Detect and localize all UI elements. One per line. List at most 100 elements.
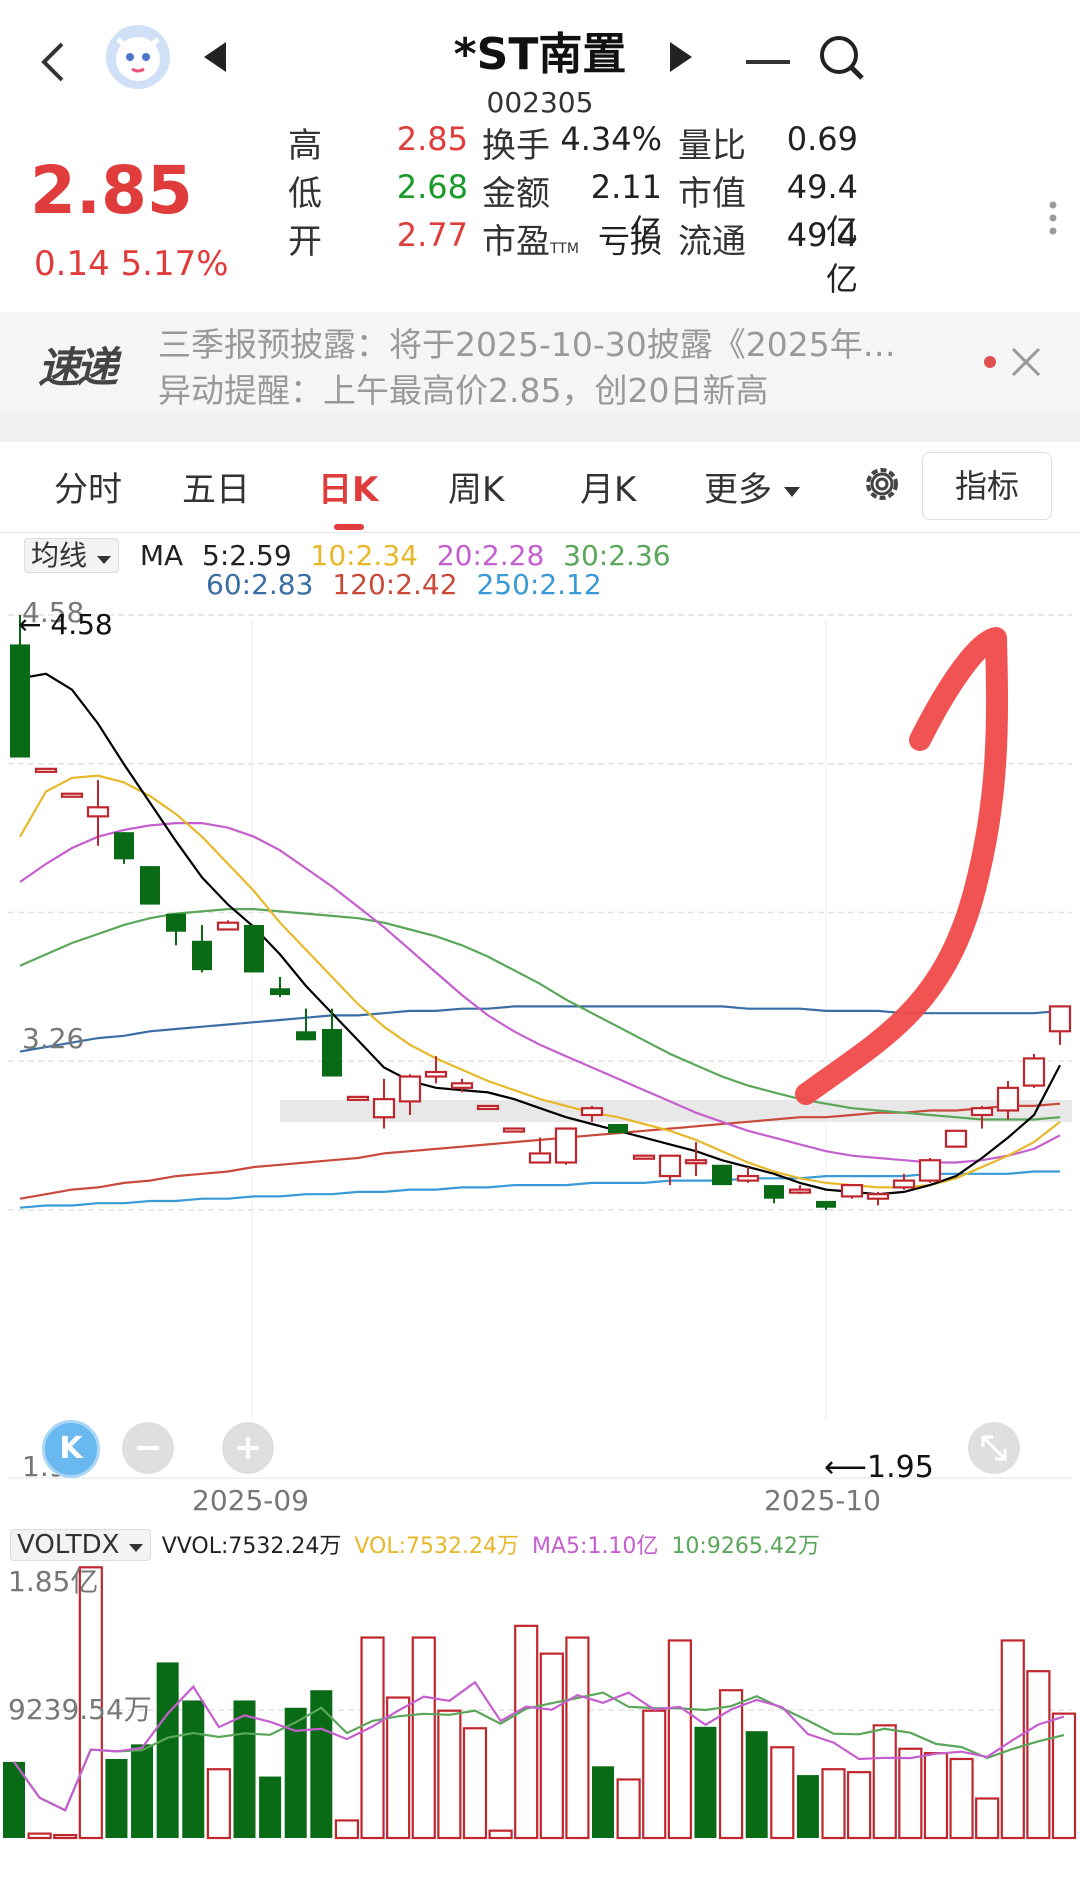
- candle-body-down: [296, 1031, 316, 1041]
- search-button[interactable]: [818, 34, 866, 82]
- volume-bar-down: [259, 1776, 282, 1838]
- news-ticker[interactable]: 速递 三季报预披露：将于2025-10-30披露《2025年… 异动提醒：上午最…: [0, 312, 1080, 412]
- volume-bar-up: [437, 1709, 462, 1840]
- label-amount: 金额: [482, 174, 550, 214]
- close-news-button[interactable]: [1010, 346, 1042, 378]
- tab-five-day[interactable]: 五日: [182, 462, 250, 511]
- volume-bar-down: [233, 1700, 256, 1838]
- candle-body-up: [398, 1075, 422, 1103]
- candle-body-down: [140, 866, 160, 905]
- ma-selector-label: 均线: [31, 539, 88, 572]
- candle-body-down: [114, 832, 134, 860]
- more-dots-icon[interactable]: [1048, 200, 1058, 236]
- label-float-cap: 流通: [678, 222, 746, 262]
- candle-body-down: [10, 644, 30, 758]
- candle-body-down: [764, 1185, 784, 1199]
- volume-bar-up: [821, 1768, 846, 1840]
- caret-down-icon: [783, 486, 800, 497]
- ma10-line: [19, 774, 1061, 1189]
- candle-body-down: [816, 1200, 836, 1208]
- volume-bar-up: [847, 1771, 872, 1840]
- tab-monthly-k[interactable]: 月K: [580, 462, 636, 511]
- change-percent: 5.17%: [120, 244, 229, 284]
- news-line-2[interactable]: 异动提醒：上午最高价2.85，创20日新高: [158, 364, 988, 412]
- volume-bar-down: [592, 1766, 615, 1838]
- volume-bar-down: [182, 1700, 205, 1838]
- gear-icon: [866, 468, 898, 500]
- candle-body-up: [892, 1179, 916, 1189]
- volume-bar-up: [539, 1652, 564, 1840]
- candle-body-up: [684, 1159, 708, 1165]
- low-annotation-value: 1.95: [867, 1450, 934, 1485]
- volume-bar-up: [898, 1747, 923, 1840]
- candle-body-up: [944, 1129, 968, 1148]
- candle-body-up: [502, 1127, 526, 1133]
- high-annotation: ← 4.58: [18, 608, 113, 641]
- plus-icon: [237, 1437, 259, 1459]
- volume-bar-down: [745, 1731, 768, 1838]
- ma-selector[interactable]: 均线: [24, 538, 119, 573]
- close-icon: [1011, 347, 1041, 377]
- label-pe: 市盈TTM: [482, 214, 579, 263]
- chart-settings-button[interactable]: [858, 460, 906, 508]
- volume-bar-up: [1026, 1670, 1051, 1840]
- label-turnover: 换手: [482, 126, 550, 166]
- value-pe: 亏损: [597, 222, 662, 260]
- zoom-in-button[interactable]: [222, 1422, 274, 1474]
- volume-bar-up: [565, 1636, 590, 1840]
- minus-icon: [137, 1446, 159, 1450]
- next-stock-button[interactable]: [666, 40, 696, 74]
- indicator-button[interactable]: 指标: [922, 452, 1052, 520]
- volume-bar-up: [616, 1778, 641, 1840]
- k-logo-button[interactable]: K: [42, 1420, 100, 1478]
- candle-body-up: [736, 1174, 760, 1182]
- tab-more-label: 更多: [704, 470, 772, 510]
- candle-body-up: [580, 1107, 604, 1117]
- volume-bar-down: [105, 1758, 128, 1838]
- label-open: 开: [288, 222, 322, 262]
- volume-bar-up: [27, 1832, 52, 1840]
- tab-more[interactable]: 更多: [704, 462, 801, 511]
- tab-daily-k[interactable]: 日K: [318, 462, 378, 511]
- value-high: 2.85: [396, 120, 468, 158]
- change-value: 0.14: [34, 244, 110, 284]
- ma-label: MA: [139, 539, 184, 572]
- candle-body-up: [346, 1095, 370, 1101]
- ma250-value: 250:2.12: [476, 568, 602, 601]
- candle-body-up: [216, 921, 240, 931]
- label-market-cap: 市值: [678, 174, 746, 214]
- candle-body-up: [372, 1098, 396, 1119]
- volume-bar-up: [949, 1757, 974, 1840]
- tab-intraday[interactable]: 分时: [54, 462, 122, 511]
- zoom-out-button[interactable]: [122, 1422, 174, 1474]
- candle-body-down: [192, 940, 212, 971]
- volume-bar-down: [796, 1775, 819, 1838]
- minimize-button[interactable]: [746, 52, 790, 64]
- candle-body-up: [60, 792, 84, 798]
- kline-chart[interactable]: [0, 600, 1080, 1480]
- volume-bar-up: [975, 1797, 1000, 1840]
- tab-weekly-k[interactable]: 周K: [448, 462, 504, 511]
- volume-bar-up: [53, 1833, 78, 1840]
- value-low: 2.68: [396, 168, 468, 206]
- candle-body-up: [970, 1107, 994, 1117]
- volume-bar-down: [156, 1662, 179, 1838]
- value-turnover: 4.34%: [560, 120, 662, 158]
- news-line-1[interactable]: 三季报预披露：将于2025-10-30披露《2025年…: [158, 318, 988, 366]
- volume-bar-up: [462, 1727, 488, 1840]
- ma60-value: 60:2.83: [206, 568, 314, 601]
- candle-body-down: [270, 988, 290, 996]
- label-high: 高: [288, 126, 322, 166]
- fullscreen-button[interactable]: [968, 1422, 1020, 1474]
- volume-chart[interactable]: [0, 1540, 1080, 1840]
- volume-axis-mid: 9239.54万: [8, 1693, 152, 1726]
- candle-body-up: [34, 767, 58, 773]
- news-logo: 速递: [38, 343, 118, 392]
- volume-bar-up: [514, 1624, 539, 1840]
- label-low: 低: [288, 174, 322, 214]
- volume-bar-up: [206, 1768, 231, 1840]
- candle-body-up: [996, 1086, 1020, 1112]
- volume-bar-up: [1051, 1712, 1077, 1840]
- expand-icon: [981, 1435, 1007, 1461]
- tabs-divider: [0, 532, 1080, 533]
